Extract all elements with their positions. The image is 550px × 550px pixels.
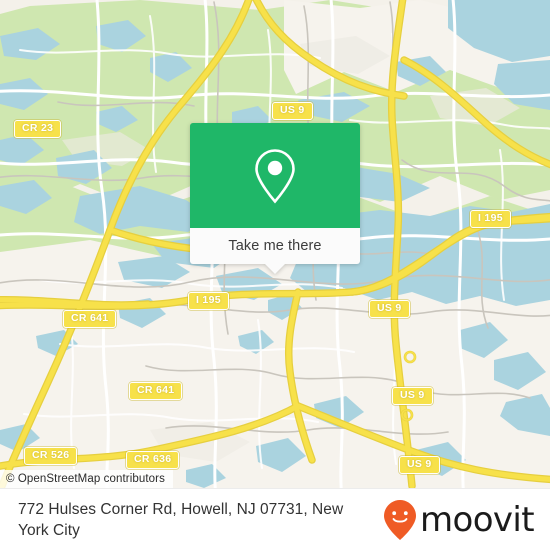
take-me-there-label: Take me there — [228, 238, 322, 254]
road-shield: CR 636 — [126, 451, 180, 469]
road-shield: CR 641 — [129, 382, 183, 400]
moovit-wordmark: moovit — [419, 500, 535, 540]
popup-header — [190, 123, 360, 228]
moovit-pin-icon — [383, 500, 416, 540]
road-shield: US 9 — [369, 300, 410, 318]
map-screenshot: CR 23 US 9 I 195 I 195 CR 641 US 9 CR 64… — [0, 0, 550, 550]
address-text: 772 Hulses Corner Rd, Howell, NJ 07731, … — [18, 501, 344, 539]
road-shield: US 9 — [399, 456, 440, 474]
road-shield: CR 526 — [24, 447, 78, 465]
location-popup[interactable]: Take me there — [190, 123, 360, 274]
osm-attribution[interactable]: © OpenStreetMap contributors — [0, 470, 173, 488]
map-viewport[interactable]: CR 23 US 9 I 195 I 195 CR 641 US 9 CR 64… — [0, 0, 550, 488]
moovit-logo[interactable]: moovit — [383, 499, 550, 541]
road-shield: US 9 — [392, 387, 433, 405]
footer-bar: 772 Hulses Corner Rd, Howell, NJ 07731, … — [0, 488, 550, 550]
popup-tip-arrow — [264, 263, 286, 274]
popup-footer[interactable]: Take me there — [190, 228, 360, 274]
road-shield: I 195 — [188, 292, 229, 310]
road-shield: I 195 — [470, 210, 511, 228]
road-shield: CR 641 — [63, 310, 117, 328]
map-pin-icon — [255, 148, 295, 203]
road-shield: US 9 — [272, 102, 313, 120]
road-shield: CR 23 — [14, 120, 62, 138]
